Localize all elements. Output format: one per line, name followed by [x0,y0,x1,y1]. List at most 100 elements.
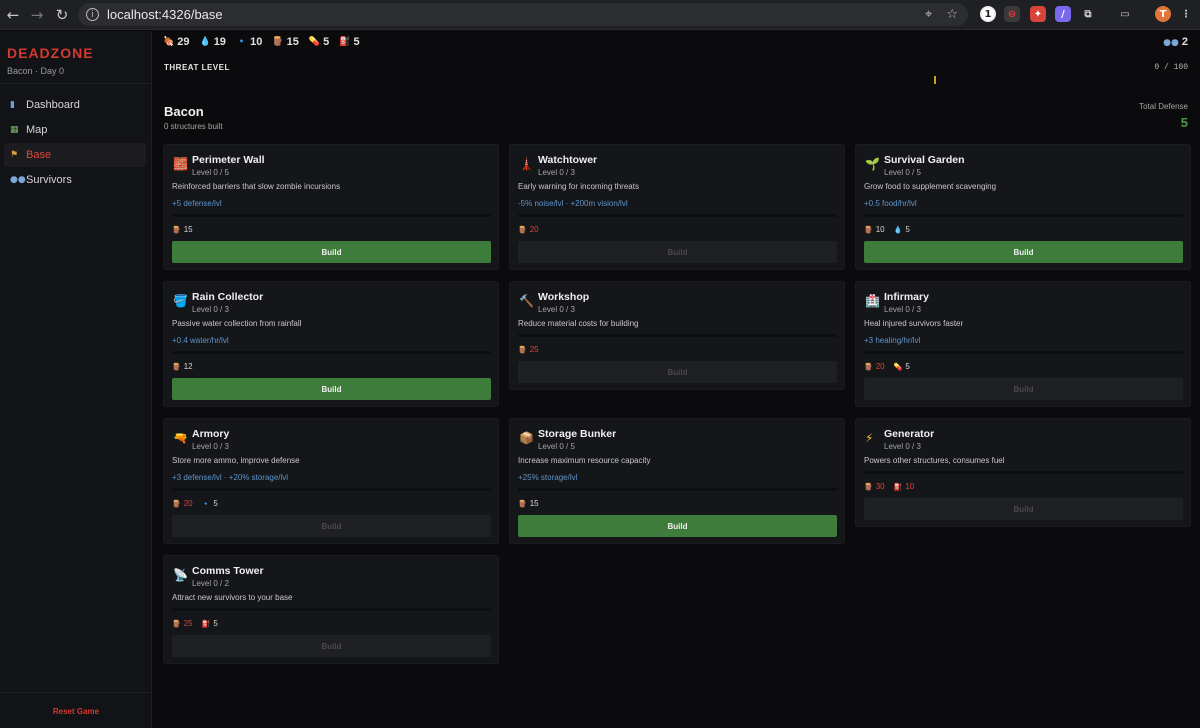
cost-item: 🪵 10 [864,225,885,234]
structure-description: Heal injured survivors faster [864,319,964,328]
resource-cost-icon: 🪵 [518,345,527,354]
cost-value: 5 [905,362,910,371]
structure-icon: 🔫 [173,431,188,445]
extensions-puzzle-icon[interactable]: ⧉ [1080,6,1096,22]
build-button[interactable]: Build [864,378,1183,400]
resource-cost-icon: 🪵 [864,362,873,371]
profile-avatar[interactable]: T [1155,6,1171,22]
build-button[interactable]: Build [518,241,837,263]
reset-game-button[interactable]: Reset Game [0,707,152,716]
structure-description: Early warning for incoming threats [518,182,639,191]
resource-cost-icon: 🪵 [172,225,181,234]
extension-slash-icon[interactable]: / [1055,6,1071,22]
structure-name: Rain Collector [192,291,264,303]
sidebar-item-label: Base [26,149,52,161]
level-progress-bar [172,351,491,354]
menu-kebab-icon[interactable]: ⋮ [1178,6,1194,22]
build-button[interactable]: Build [172,515,491,537]
structure-name: Armory [192,428,230,440]
resource-medicine: 💊 5 [309,36,329,48]
resource-cost-icon: 🪵 [172,362,181,371]
sidebar-divider [0,83,152,84]
resource-cost-icon: 🪵 [864,225,873,234]
cast-icon[interactable]: ▭ [1117,6,1133,22]
cost-value: 25 [183,619,193,628]
structure-description: Powers other structures, consumes fuel [864,456,1005,465]
main-content: 🍖 29 💧 19 🔹 10 🪵 15 💊 5 ⛽ 5 ●● 2 THREAT LEVEL … [153,31,1200,728]
bookmark-star-icon[interactable]: ☆ [946,7,958,22]
sidebar-item-label: Map [26,124,48,136]
cost-value: 5 [905,225,910,234]
structure-level: Level 0 / 5 [884,168,921,177]
build-button[interactable]: Build [172,378,491,400]
structure-effect: +5 defense/lvl [172,199,222,208]
build-cost: 🪵 20 🔹 5 [172,499,218,508]
site-info-icon[interactable]: i [86,8,99,21]
url-text[interactable]: localhost:4326/base [107,7,223,22]
resource-value: 29 [177,36,190,48]
build-button[interactable]: Build [864,498,1183,520]
cost-item: ⛽ 5 [202,619,218,628]
cost-value: 20 [183,499,193,508]
cost-value: 25 [529,345,539,354]
cost-item: 🪵 15 [518,499,539,508]
build-button[interactable]: Build [864,241,1183,263]
cost-value: 15 [183,225,193,234]
build-cost: 🪵 25 [518,345,539,354]
cost-item: 🪵 25 [518,345,539,354]
ammo-icon: 🔹 [235,37,248,47]
structures-built-count: 0 structures built [164,122,223,131]
level-progress-bar [864,351,1183,354]
total-defense-label: Total Defense [1139,102,1188,111]
threat-level-marker [934,76,936,84]
back-icon[interactable]: ← [0,2,26,28]
build-cost: 🪵 15 [518,499,539,508]
structure-icon: 🔨 [519,294,534,308]
location-icon[interactable]: ⌖ [925,7,932,22]
level-progress-bar [172,214,491,217]
resource-food: 🍖 29 [163,36,189,48]
structure-effect: -5% noise/lvl · +200m vision/lvl [518,199,628,208]
structure-name: Watchtower [538,154,598,166]
extension-1password-icon[interactable]: 1 [980,6,996,22]
resource-cost-icon: 🔹 [201,499,211,508]
threat-level-label: THREAT LEVEL [164,63,230,72]
resource-cost-icon: ⛽ [201,619,211,628]
resource-cost-icon: ⛽ [893,482,903,491]
sidebar-item-map[interactable]: ▦ Map [4,118,146,142]
build-button[interactable]: Build [172,635,491,657]
structure-level: Level 0 / 3 [538,168,575,177]
resource-materials: 🪵 15 [272,36,298,48]
cost-item: ⛽ 10 [894,482,915,491]
cost-item: 🪵 25 [172,619,193,628]
build-button[interactable]: Build [518,515,837,537]
extension-shield-icon[interactable]: ✦ [1030,6,1046,22]
build-cost: 🪵 25 ⛽ 5 [172,619,218,628]
structure-icon: 🪣 [173,294,188,308]
sidebar-item-survivors[interactable]: ●● Survivors [4,168,146,192]
structure-name: Survival Garden [884,154,965,166]
cost-value: 30 [875,482,885,491]
build-button[interactable]: Build [172,241,491,263]
cost-value: 10 [875,225,885,234]
extension-block-icon[interactable]: ⊖ [1004,6,1020,22]
cost-item: 🔹 5 [202,499,218,508]
structure-description: Attract new survivors to your base [172,593,293,602]
cost-item: 🪵 20 [518,225,539,234]
resource-value: 19 [213,36,226,48]
address-bar[interactable]: i localhost:4326/base ⌖ ☆ [78,3,968,26]
cost-value: 5 [213,619,218,628]
structure-description: Store more ammo, improve defense [172,456,300,465]
sidebar-item-dashboard[interactable]: ▮ Dashboard [4,93,146,117]
sidebar-item-label: Survivors [26,174,72,186]
level-progress-bar [864,214,1183,217]
resource-water: 💧 19 [199,36,225,48]
structure-name: Perimeter Wall [192,154,265,166]
sidebar-item-base[interactable]: ⚑ Base [4,143,146,167]
structure-card: 📡 Comms Tower Level 0 / 2 Attract new survi… [163,555,499,664]
structure-icon: ⚡ [865,431,874,445]
cost-value: 20 [875,362,885,371]
reload-icon[interactable]: ↻ [49,2,75,28]
forward-icon[interactable]: → [24,2,50,28]
build-button[interactable]: Build [518,361,837,383]
